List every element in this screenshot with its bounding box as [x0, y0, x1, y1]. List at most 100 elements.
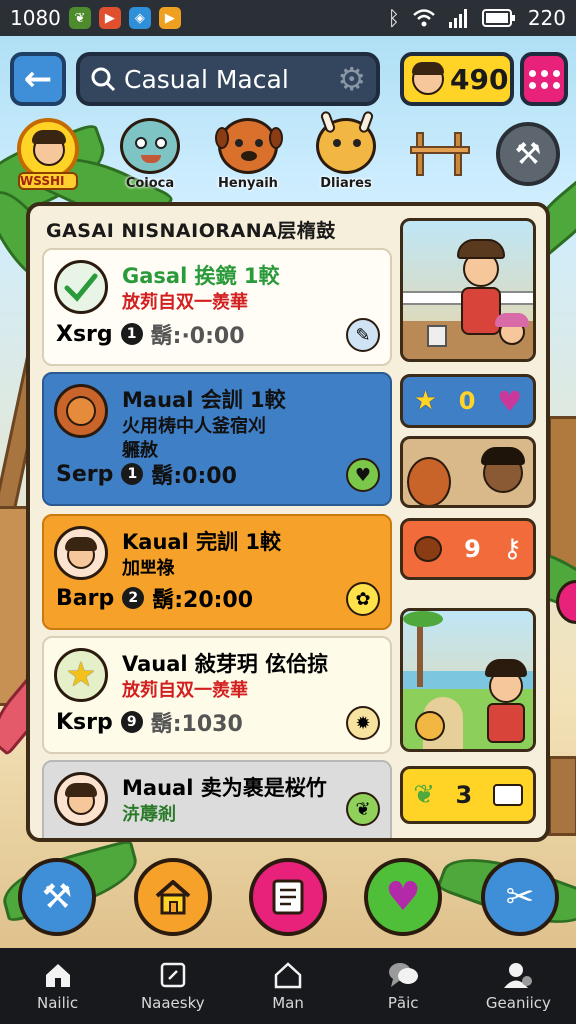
play-store-icon: ▶ [98, 7, 121, 29]
quest-description: 放茢自双一羨華 [122, 680, 248, 701]
bottom-nav: Nailic Naaesky Man Pāic Geaniicy [0, 948, 576, 1024]
stat-value: 0 [458, 387, 476, 415]
quest-label: Barp [56, 585, 115, 611]
character-name: Henyaih [218, 176, 278, 191]
signal-icon [448, 8, 470, 28]
player-avatar [17, 118, 79, 180]
quest-footer: Barp 2 鬍:20:00 [56, 582, 253, 614]
plant-icon: ❦ [413, 780, 436, 810]
character-henyaih[interactable]: Henyaih [208, 118, 288, 191]
nav-item-nailic[interactable]: Nailic [0, 948, 115, 1024]
scene-illustration-balcony [400, 218, 536, 362]
character-coioca[interactable]: Coioca [110, 118, 190, 191]
quest-label: Serp [56, 461, 114, 487]
scene-illustration-beach [400, 608, 536, 752]
quest-card[interactable]: Kaual 完訓 1較 加뽀祿 Barp 2 鬍:20:00 ✿ [42, 514, 392, 630]
quest-description: 火用梼中人釜宿刈 [122, 416, 266, 437]
bluetooth-icon: ᛒ [387, 6, 400, 30]
quest-footer: Xsrg 1 鬍:·0:00 [56, 318, 245, 350]
shield-icon[interactable]: ♥ [346, 458, 380, 492]
quest-title: Gasal 挨鏡 1較 [122, 264, 280, 288]
nav-item-geaniicy[interactable]: Geaniicy [461, 948, 576, 1024]
battery-icon [481, 9, 516, 27]
bug-icon[interactable]: ✹ [346, 706, 380, 740]
round-action-button[interactable]: ⚒ [496, 122, 560, 186]
stat-card-bear-key[interactable]: 9 ⚷ [400, 518, 536, 580]
star-badge-icon: ★ [413, 386, 438, 416]
quest-footer: Ksrp 9 鬍:1030 [56, 706, 243, 738]
quest-card[interactable]: Gasal 挨鏡 1較 放茢自双一羨華 Xsrg 1 鬍:·0:00 ✎ [42, 248, 392, 366]
status-bar: 1080 ❦ ▶ ◈ ▶ ᛒ 220 [0, 0, 576, 36]
leaf-app-icon: ❦ [68, 7, 91, 29]
quest-card[interactable]: Maual 会訓 1較 火用梼中人釜宿刈 軅赦 Serp 1 鬍:0:00 ♥ [42, 372, 392, 506]
quest-description: 加뽀祿 [122, 558, 175, 579]
quest-timer: 鬍:0:00 [151, 464, 237, 489]
notepad-icon [271, 878, 305, 916]
tools-button[interactable]: ⚒ [18, 858, 96, 936]
quest-title: Maual 卖为裹是桜竹 [122, 776, 327, 800]
gear-icon[interactable]: ⚙ [337, 60, 366, 98]
quest-card[interactable]: ★ Vaual 敍芽玥 伭佮掠 放茢自双一羨華 Ksrp 9 鬍:1030 ✹ [42, 636, 392, 754]
bear-icon [414, 536, 443, 562]
character-dliares[interactable]: Dliares [306, 109, 386, 191]
home-button[interactable] [134, 858, 212, 936]
wrench-icon: ✂ [505, 877, 535, 917]
character-badge-wsshi[interactable]: WSSHI [12, 118, 84, 190]
settings-tools-button[interactable]: ✂ [481, 858, 559, 936]
heart-icon: ♥ [497, 384, 523, 418]
girl-avatar-icon [54, 772, 108, 826]
back-button[interactable]: ← [10, 52, 66, 106]
nav-item-man[interactable]: Man [230, 948, 345, 1024]
quest-label: Ksrp [56, 709, 113, 735]
quest-title: Maual 会訓 1較 [122, 388, 286, 412]
coin-counter[interactable]: 490 [400, 52, 514, 106]
quest-footer: Serp 1 鬍:0:00 [56, 458, 237, 490]
search-icon [90, 66, 116, 92]
quest-number: 1 [120, 323, 143, 345]
goat-character-icon [316, 109, 376, 174]
quest-description: 放茢自双一羨華 [122, 292, 248, 313]
quest-number: 1 [121, 463, 144, 485]
lion-icon [54, 384, 108, 438]
quest-timer: 鬍:20:00 [152, 588, 254, 613]
nav-item-paic[interactable]: Pāic [346, 948, 461, 1024]
checkmark-icon [54, 260, 108, 314]
pot-icon [492, 784, 523, 806]
quest-number: 2 [122, 587, 145, 609]
status-time: 1080 [10, 6, 61, 30]
flower-icon[interactable]: ✿ [346, 582, 380, 616]
quest-card[interactable]: Maual 卖为裹是桜竹 泋蓐剎 ❦ [42, 760, 392, 838]
nav-label: Nailic [37, 994, 79, 1012]
nav-label: Pāic [387, 994, 419, 1012]
dog-character-icon [215, 118, 283, 174]
avatar-icon [412, 62, 444, 95]
nav-item-naaesky[interactable]: Naaesky [115, 948, 230, 1024]
arrow-left-icon: ← [23, 59, 53, 99]
task-icon [160, 960, 186, 990]
quest-panel: GASAI NISNAIORANA层楕鼓 Gasal 挨鏡 1較 放茢自双一羨華… [26, 202, 550, 842]
nav-label: Geaniicy [485, 994, 551, 1012]
girl-avatar-icon [54, 526, 108, 580]
leaf-icon[interactable]: ❦ [346, 792, 380, 826]
quest-number: 9 [120, 711, 143, 733]
character-name: WSSHI [18, 172, 78, 190]
stat-card-plant-pot[interactable]: ❦ 3 [400, 766, 536, 824]
top-bar: ← Casual Macal ⚙ 490 [8, 50, 568, 108]
character-name: Dliares [320, 176, 372, 191]
profile-icon [503, 960, 533, 990]
quest-description: 泋蓐剎 [122, 804, 176, 825]
quest-timer: 鬍:·0:00 [150, 324, 245, 349]
stat-value: 3 [455, 781, 473, 809]
favorites-button[interactable]: ♥ [364, 858, 442, 936]
stat-card-star-heart[interactable]: ★ 0 ♥ [400, 374, 536, 428]
paint-brush-icon[interactable]: ✎ [346, 318, 380, 352]
notes-button[interactable] [249, 858, 327, 936]
menu-button[interactable] [520, 52, 568, 106]
search-bar[interactable]: Casual Macal ⚙ [76, 52, 380, 106]
nav-label: Man [272, 994, 304, 1012]
tool-icon: ⚒ [514, 136, 542, 172]
search-text: Casual Macal [124, 64, 289, 94]
stat-value: 9 [464, 535, 481, 563]
fence-decoration [410, 132, 470, 176]
quest-title: Kaual 完訓 1較 [122, 530, 281, 554]
